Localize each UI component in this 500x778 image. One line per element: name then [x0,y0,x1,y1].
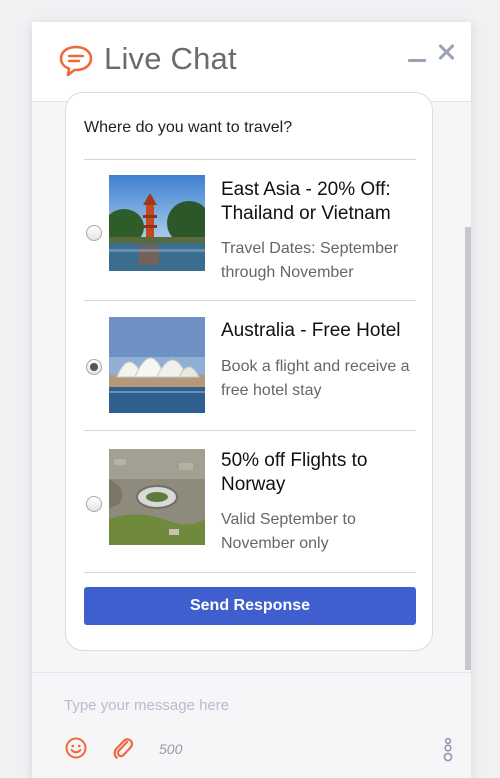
chat-bubble-icon [59,45,93,77]
emoji-icon[interactable] [65,737,87,759]
chat-title: Live Chat [104,41,237,76]
send-response-button[interactable]: Send Response [84,587,416,625]
opera-house-photo [109,317,205,413]
survey-card: Where do you want to travel? East Asia -… [65,92,433,651]
option-description: Book a flight and receive a free hotel s… [221,358,410,399]
stadium-aerial-photo [109,449,205,545]
paperclip-icon[interactable] [112,736,134,760]
option-title: 50% off Flights to Norway [221,450,368,495]
option-title: East Asia - 20% Off: Thailand or Vietnam [221,179,391,224]
divider [84,572,416,573]
minimize-button[interactable] [408,48,426,68]
composer: Type your message here 500 [32,672,471,778]
option-east-asia[interactable]: East Asia - 20% Off: Thailand or Vietnam… [66,160,432,290]
message-area: Where do you want to travel? East Asia -… [32,92,471,672]
option-title: Australia - Free Hotel [221,320,401,341]
option-description: Travel Dates: September through November [221,240,399,281]
close-button[interactable] [436,42,456,62]
survey-question: Where do you want to travel? [84,119,293,136]
character-counter: 500 [159,741,183,757]
option-norway[interactable]: 50% off Flights to Norway Valid Septembe… [66,431,432,561]
radio-button-selected[interactable] [86,359,102,375]
option-description: Valid September to November only [221,511,356,552]
option-australia[interactable]: Australia - Free Hotel Book a flight and… [66,301,432,431]
chat-widget: Live Chat Where do you want to travel? E… [32,22,471,778]
radio-button[interactable] [86,225,102,241]
message-input[interactable]: Type your message here [64,697,434,714]
pagoda-photo [109,175,205,271]
brand-dots-icon [443,737,453,762]
chat-header: Live Chat [32,22,471,102]
scrollbar[interactable] [465,227,471,670]
radio-button[interactable] [86,496,102,512]
